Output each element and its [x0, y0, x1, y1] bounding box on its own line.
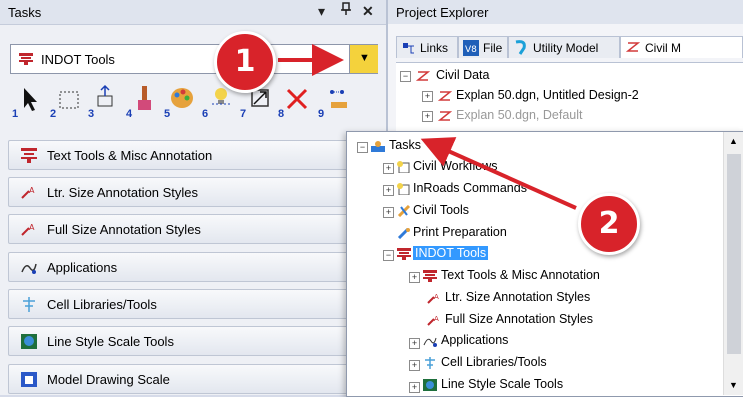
callout-badge-1: 1	[214, 31, 276, 93]
callout-badge-2: 2	[578, 193, 640, 255]
callout-arrows	[278, 44, 577, 210]
callout-2-arrow	[420, 137, 577, 210]
